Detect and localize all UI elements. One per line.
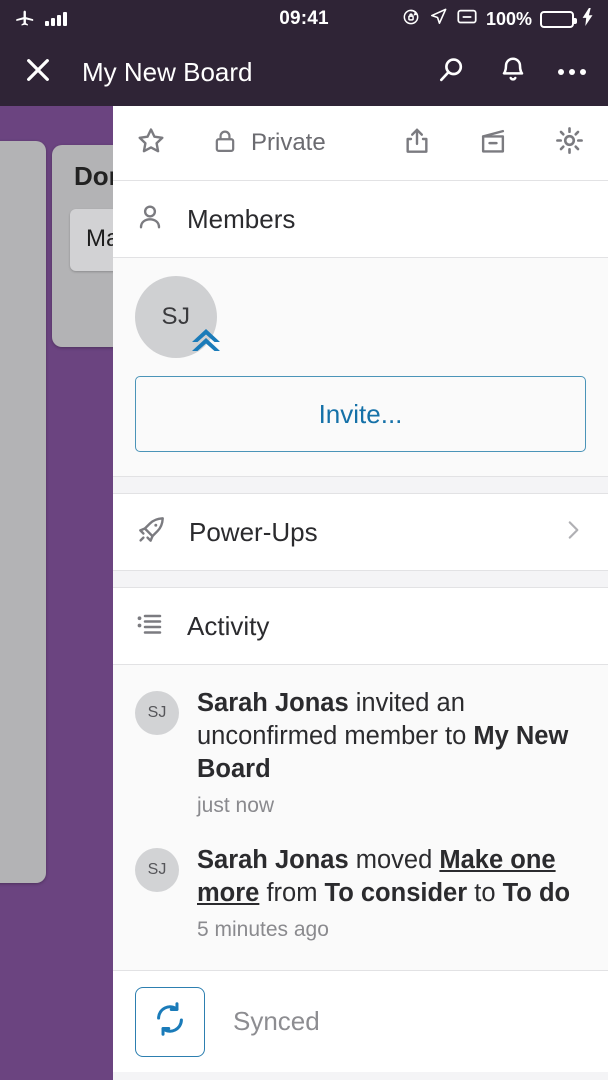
activity-joiner: to	[467, 879, 503, 907]
member-avatar-wrapper[interactable]: SJ	[135, 276, 220, 358]
location-arrow-icon	[429, 7, 448, 31]
members-section-header: Members	[113, 181, 608, 257]
admin-double-chevron-icon	[189, 325, 223, 360]
lock-icon[interactable]	[211, 127, 239, 160]
panel-toolbar: Private	[113, 106, 608, 180]
rotation-lock-icon	[401, 7, 421, 32]
sync-button[interactable]	[135, 986, 205, 1057]
nav-bar: My New Board	[0, 38, 608, 106]
board-menu-panel: Private Members SJ Invite... Power-Ups A…	[113, 106, 608, 1080]
activity-actor[interactable]: Sarah Jonas	[197, 846, 349, 874]
more-horizontal-icon[interactable]	[558, 69, 586, 75]
person-icon	[135, 202, 165, 237]
activity-timestamp: 5 minutes ago	[197, 918, 329, 941]
screencast-icon	[456, 6, 478, 33]
activity-mid: from	[259, 879, 325, 907]
activity-text: Sarah Jonas moved Make one more from To …	[197, 844, 586, 910]
board-visibility-label[interactable]: Private	[251, 129, 326, 157]
activity-section-header: Activity	[113, 588, 608, 664]
battery-percent: 100%	[485, 8, 532, 29]
members-body: SJ Invite...	[113, 258, 608, 476]
list-item[interactable]: SJ Sarah Jonas moved Make one more from …	[113, 828, 608, 952]
battery-icon	[540, 10, 577, 28]
activity-text: Sarah Jonas invited an unconfirmed membe…	[197, 687, 586, 786]
activity-from-list: To consider	[324, 879, 468, 907]
activity-actor[interactable]: Sarah Jonas	[197, 689, 349, 717]
avatar: SJ	[135, 848, 179, 892]
sync-refresh-icon	[151, 1000, 189, 1043]
lightning-bolt-icon	[582, 7, 594, 31]
search-icon[interactable]	[436, 54, 468, 91]
rocket-icon	[135, 514, 167, 551]
archive-icon[interactable]	[477, 125, 509, 162]
sync-status-label: Synced	[233, 1006, 320, 1036]
activity-list-icon	[135, 609, 165, 644]
invite-button[interactable]: Invite...	[135, 376, 586, 452]
invite-button-label: Invite...	[318, 398, 403, 429]
activity-to-list: To do	[502, 879, 571, 907]
power-ups-row[interactable]: Power-Ups	[113, 494, 608, 570]
gear-icon[interactable]	[553, 124, 586, 162]
bell-icon[interactable]	[498, 55, 528, 90]
star-icon[interactable]	[135, 125, 167, 162]
power-ups-title: Power-Ups	[189, 516, 318, 547]
list-item[interactable]: SJ Sarah Jonas invited an unconfirmed me…	[113, 671, 608, 828]
page-title: My New Board	[82, 56, 253, 87]
close-icon[interactable]	[22, 54, 54, 91]
sync-bar: Synced	[113, 970, 608, 1072]
activity-verb: moved	[348, 846, 440, 874]
activity-list: SJ Sarah Jonas invited an unconfirmed me…	[113, 665, 608, 970]
share-icon[interactable]	[401, 125, 433, 162]
activity-timestamp: just now	[197, 794, 275, 817]
avatar: SJ	[135, 691, 179, 735]
members-title: Members	[187, 203, 296, 234]
status-bar: 09:41 100%	[0, 0, 608, 38]
chevron-right-icon[interactable]	[560, 517, 586, 548]
activity-title: Activity	[187, 610, 270, 641]
board-list[interactable]	[0, 141, 46, 883]
